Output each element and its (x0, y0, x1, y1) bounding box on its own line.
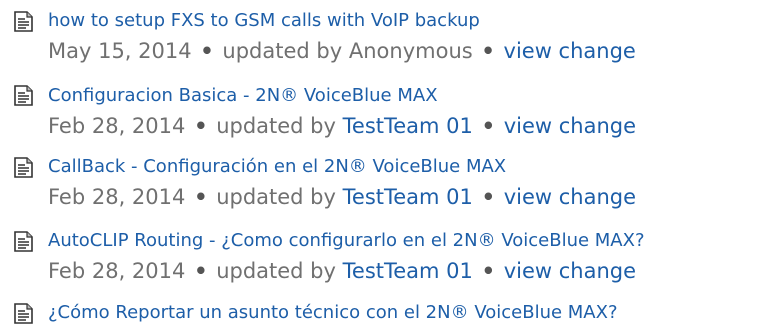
page-icon (14, 85, 33, 106)
updated-by-label: updated by (222, 39, 343, 63)
update-meta: Feb 28, 2014 • updated by TestTeam 01 • … (48, 113, 636, 139)
recent-updates-list: how to setup FXS to GSM calls with VoIP … (0, 0, 757, 325)
update-date: Feb 28, 2014 (48, 259, 186, 283)
update-meta: May 15, 2014 • updated by Anonymous • vi… (48, 38, 636, 64)
separator: • (481, 259, 496, 283)
update-date: May 15, 2014 (48, 39, 192, 63)
page-title-link[interactable]: AutoCLIP Routing - ¿Como configurarlo en… (48, 230, 645, 252)
update-meta: Feb 28, 2014 • updated by TestTeam 01 • … (48, 184, 636, 210)
separator: • (481, 39, 495, 63)
page-icon (14, 11, 33, 32)
separator: • (481, 114, 496, 138)
author-link[interactable]: TestTeam 01 (343, 259, 473, 283)
author-link[interactable]: TestTeam 01 (343, 114, 473, 138)
page-title-link[interactable]: Configuracion Basica - 2N® VoiceBlue MAX (48, 85, 438, 107)
view-change-link[interactable]: view change (504, 185, 636, 209)
author-link[interactable]: TestTeam 01 (343, 185, 473, 209)
page-icon (14, 157, 33, 178)
page-title-link[interactable]: ¿Cómo Reportar un asunto técnico con el … (48, 302, 618, 324)
update-date: Feb 28, 2014 (48, 185, 186, 209)
update-meta: Feb 28, 2014 • updated by TestTeam 01 • … (48, 258, 636, 284)
author-name: Anonymous (348, 39, 473, 63)
updated-by-label: updated by (216, 259, 336, 283)
page-icon (14, 231, 33, 252)
update-date: Feb 28, 2014 (48, 114, 186, 138)
separator: • (194, 259, 208, 283)
separator: • (200, 39, 214, 63)
page-title-link[interactable]: how to setup FXS to GSM calls with VoIP … (48, 10, 480, 32)
page-title-link[interactable]: CallBack - Configuración en el 2N® Voice… (48, 156, 506, 178)
separator: • (481, 185, 496, 209)
view-change-link[interactable]: view change (504, 114, 636, 138)
separator: • (194, 185, 208, 209)
updated-by-label: updated by (216, 185, 336, 209)
view-change-link[interactable]: view change (504, 39, 636, 63)
updated-by-label: updated by (216, 114, 336, 138)
view-change-link[interactable]: view change (504, 259, 636, 283)
separator: • (194, 114, 208, 138)
page-icon (14, 303, 33, 324)
